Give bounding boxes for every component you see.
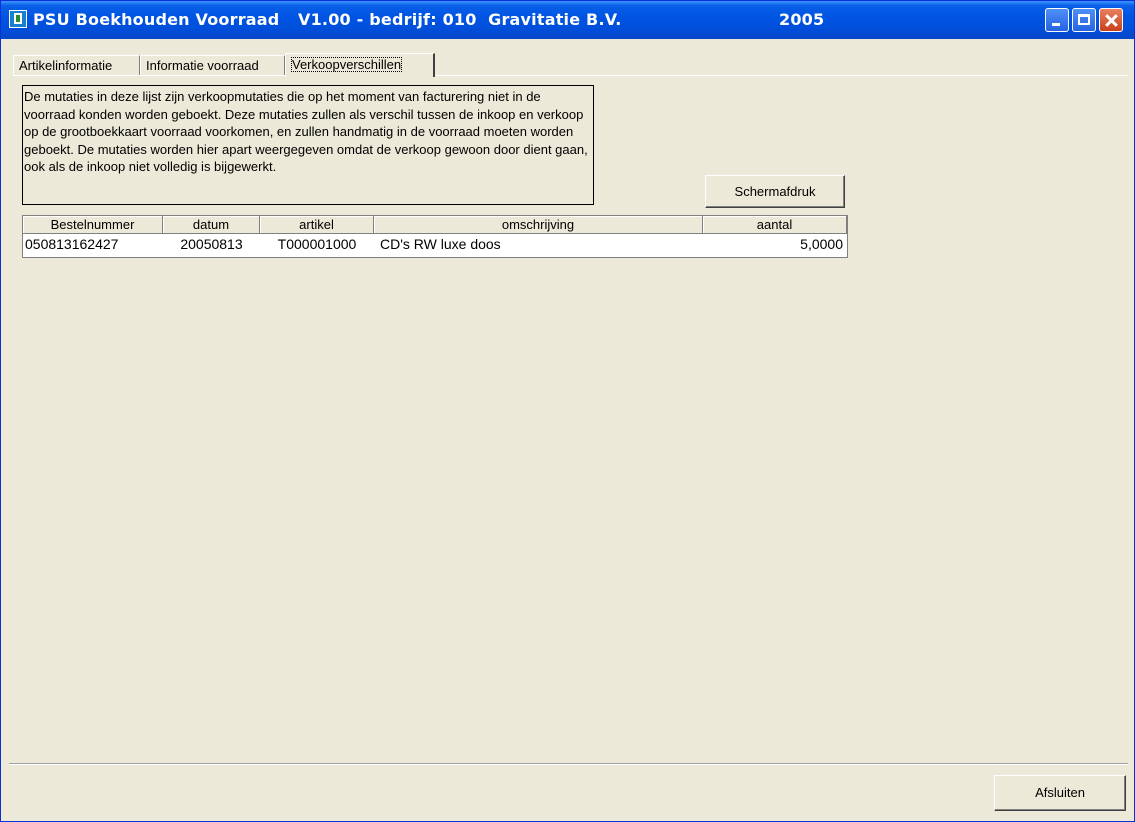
column-header-bestelnummer[interactable]: Bestelnummer <box>23 216 163 234</box>
column-header-artikel[interactable]: artikel <box>260 216 374 234</box>
cell-omschrijving: CD's RW luxe doos <box>380 236 501 252</box>
column-header-aantal[interactable]: aantal <box>703 216 847 234</box>
tab-label: Informatie voorraad <box>146 58 259 73</box>
maximize-button[interactable] <box>1072 8 1096 32</box>
tab-informatie-voorraad[interactable]: Informatie voorraad <box>140 55 285 75</box>
info-text: De mutaties in deze lijst zijn verkoopmu… <box>22 85 594 205</box>
column-header-omschrijving[interactable]: omschrijving <box>374 216 703 234</box>
close-window-button[interactable] <box>1099 8 1123 32</box>
cell-bestelnummer: 050813162427 <box>25 236 119 252</box>
close-button[interactable]: Afsluiten <box>994 775 1126 811</box>
cell-datum: 20050813 <box>180 236 243 252</box>
app-icon[interactable] <box>9 10 27 28</box>
print-screen-button[interactable]: Schermafdruk <box>705 175 845 208</box>
mutations-table[interactable]: Bestelnummer datum artikel omschrijving … <box>22 215 848 258</box>
cell-artikel: T000001000 <box>277 236 357 252</box>
tab-label: Verkoopverschillen <box>291 57 403 72</box>
tab-artikelinformatie[interactable]: Artikelinformatie <box>13 55 140 75</box>
tab-panel-border <box>13 75 1128 76</box>
cell-aantal: 5,0000 <box>800 236 843 252</box>
minimize-button[interactable] <box>1045 8 1069 32</box>
bottom-separator <box>9 763 1128 765</box>
column-header-datum[interactable]: datum <box>163 216 260 234</box>
window-title-year: 2005 <box>779 10 825 29</box>
minimize-icon <box>1052 23 1060 26</box>
tab-verkoopverschillen[interactable]: Verkoopverschillen <box>285 53 435 77</box>
title-bar[interactable]: PSU Boekhouden Voorraad V1.00 - bedrijf:… <box>1 1 1134 39</box>
window-title-version: V1.00 - bedrijf: 010 Gravitatie B.V. <box>298 10 622 29</box>
tab-label: Artikelinformatie <box>19 58 113 73</box>
maximize-icon <box>1078 14 1090 25</box>
app-window: PSU Boekhouden Voorraad V1.00 - bedrijf:… <box>0 0 1135 822</box>
window-title-app: PSU Boekhouden Voorraad <box>33 10 280 29</box>
